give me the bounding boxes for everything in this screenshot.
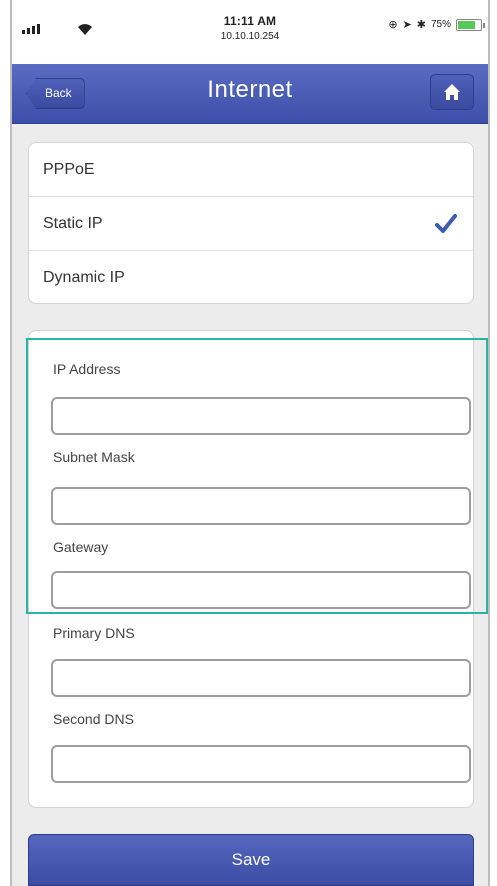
phone-screen: 11:11 AM 10.10.10.254 ⊕ ➤ ✱ 75% Back Int… bbox=[10, 0, 490, 886]
gateway-input[interactable] bbox=[51, 571, 471, 609]
connection-type-label: Static IP bbox=[43, 215, 103, 232]
ip-address-input[interactable] bbox=[51, 397, 471, 435]
static-ip-form: IP Address Subnet Mask Gateway Primary D… bbox=[28, 330, 474, 808]
connection-type-label: PPPoE bbox=[43, 161, 95, 178]
battery-percent: 75% bbox=[430, 19, 451, 30]
status-bar: 11:11 AM 10.10.10.254 ⊕ ➤ ✱ 75% bbox=[12, 0, 488, 64]
connection-type-dynamic-ip[interactable]: Dynamic IP bbox=[29, 251, 473, 305]
connection-type-list: PPPoE Static IP Dynamic IP bbox=[28, 142, 474, 304]
primary-dns-input[interactable] bbox=[51, 659, 471, 697]
second-dns-label: Second DNS bbox=[53, 711, 134, 727]
nav-bar: Back Internet bbox=[12, 64, 488, 124]
battery-icon bbox=[456, 18, 485, 31]
bluetooth-icon: ✱ bbox=[416, 19, 426, 31]
status-indicators: ⊕ ➤ ✱ 75% bbox=[388, 18, 485, 31]
connection-type-pppoe[interactable]: PPPoE bbox=[29, 143, 473, 197]
save-button[interactable]: Save bbox=[28, 834, 474, 886]
subnet-mask-input[interactable] bbox=[51, 487, 471, 525]
connection-type-label: Dynamic IP bbox=[43, 269, 125, 286]
connection-type-static-ip[interactable]: Static IP bbox=[29, 197, 473, 251]
status-ip: 10.10.10.254 bbox=[220, 31, 280, 42]
second-dns-input[interactable] bbox=[51, 745, 471, 783]
rotation-lock-icon: ⊕ bbox=[388, 19, 398, 31]
subnet-mask-label: Subnet Mask bbox=[53, 449, 135, 465]
location-icon: ➤ bbox=[402, 19, 412, 31]
gateway-label: Gateway bbox=[53, 539, 109, 555]
ip-address-label: IP Address bbox=[53, 361, 121, 377]
checkmark-icon bbox=[435, 214, 457, 233]
primary-dns-label: Primary DNS bbox=[53, 625, 135, 641]
home-icon bbox=[444, 84, 460, 100]
page-title: Internet bbox=[207, 76, 293, 103]
home-button[interactable] bbox=[430, 74, 474, 110]
